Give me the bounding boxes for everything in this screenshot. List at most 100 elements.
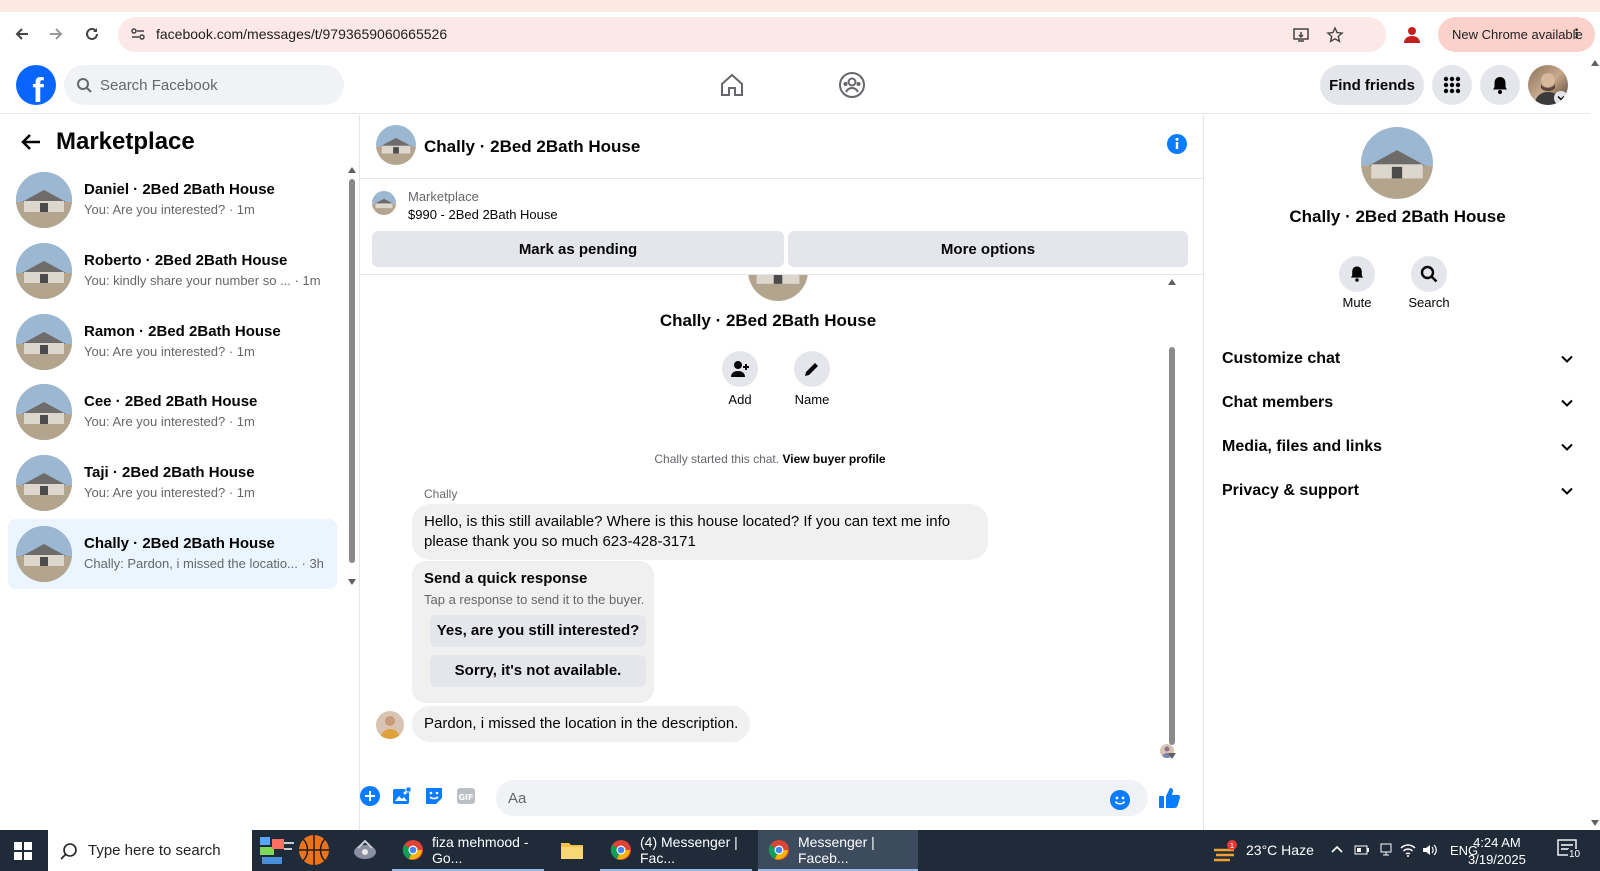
photo-icon[interactable]: [392, 786, 412, 806]
more-options-button[interactable]: More options: [788, 231, 1188, 267]
chat-avatar[interactable]: [376, 125, 416, 165]
search-icon[interactable]: [1411, 256, 1447, 292]
taskbar-clock[interactable]: 4:24 AM 3/19/2025: [1468, 834, 1526, 868]
conversation-preview: You: Are you interested?: [84, 344, 226, 359]
facebook-logo-icon[interactable]: f: [16, 65, 56, 105]
incoming-message[interactable]: Pardon, i missed the location in the des…: [412, 706, 751, 742]
chevron-down-icon: [1560, 352, 1574, 366]
search-icon: [60, 842, 78, 860]
pencil-icon[interactable]: [794, 351, 830, 387]
wifi-icon[interactable]: [1400, 842, 1416, 858]
sidebar-scrollbar[interactable]: [348, 167, 356, 587]
conversation-name: Roberto · 2Bed 2Bath House: [84, 252, 288, 269]
back-arrow-icon[interactable]: [20, 131, 42, 153]
bookmark-star-icon[interactable]: [1326, 26, 1344, 44]
add-person-icon[interactable]: [722, 351, 758, 387]
conversation-time: · 1m: [228, 202, 255, 217]
chevron-down-icon: [1554, 91, 1568, 105]
taskbar-app-chrome-3[interactable]: Messenger | Faceb...: [758, 830, 918, 871]
chat-title[interactable]: Chally · 2Bed 2Bath House: [424, 137, 640, 157]
quick-response-yes-button[interactable]: Yes, are you still interested?: [430, 615, 646, 647]
house-avatar: [16, 526, 72, 582]
volume-icon[interactable]: [1422, 842, 1438, 858]
new-chrome-available-button[interactable]: New Chrome available ⋮: [1438, 17, 1595, 52]
taskbar-app-chrome-1[interactable]: fiza mehmood - Go...: [392, 830, 544, 871]
section-label: Privacy & support: [1222, 482, 1359, 499]
conversation-item[interactable]: Daniel · 2Bed 2Bath House You: Are you in…: [8, 165, 337, 235]
account-avatar[interactable]: [1528, 65, 1568, 105]
view-buyer-profile-link[interactable]: View buyer profile: [782, 452, 885, 466]
notifications-bell-icon[interactable]: [1480, 65, 1520, 105]
chevron-up-icon[interactable]: [1330, 843, 1344, 857]
home-icon[interactable]: [716, 69, 748, 101]
privacy-support-section[interactable]: Privacy & support: [1222, 473, 1574, 509]
conversation-item[interactable]: Ramon · 2Bed 2Bath House You: Are you int…: [8, 307, 337, 377]
page-scrollbar[interactable]: [1590, 57, 1600, 830]
address-bar[interactable]: facebook.com/messages/t/9793659060665526: [118, 17, 1386, 52]
sticker-icon[interactable]: [424, 786, 444, 806]
incoming-message[interactable]: Hello, is this still available? Where is…: [412, 504, 988, 560]
site-info-icon[interactable]: [130, 26, 146, 42]
battery-icon[interactable]: [1354, 843, 1370, 857]
mute-label: Mute: [1342, 295, 1372, 310]
like-thumbs-up-icon[interactable]: [1158, 786, 1182, 810]
message-input[interactable]: [496, 780, 1148, 816]
message-list: Chally · 2Bed 2Bath House Add Name Chall…: [360, 275, 1204, 770]
windows-start-icon[interactable]: [14, 842, 32, 860]
browser-chrome: facebook.com/messages/t/9793659060665526…: [0, 0, 1600, 57]
plus-circle-icon[interactable]: [360, 786, 380, 806]
reload-icon[interactable]: [80, 22, 104, 46]
gif-icon[interactable]: GIF: [456, 786, 476, 806]
conversation-item-active[interactable]: Chally · 2Bed 2Bath House Chally: Pardon,…: [8, 519, 337, 589]
info-icon[interactable]: [1166, 133, 1188, 155]
network-icon[interactable]: [1378, 842, 1394, 858]
section-label: Media, files and links: [1222, 438, 1383, 455]
composer: GIF: [360, 770, 1204, 830]
conversation-item[interactable]: Roberto · 2Bed 2Bath House You: kindly sh…: [8, 236, 337, 306]
emoji-icon[interactable]: [1110, 790, 1130, 810]
name-label: Name: [794, 392, 830, 407]
facebook-search[interactable]: [64, 65, 344, 105]
forward-icon[interactable]: [44, 22, 68, 46]
app-shortcut-icon[interactable]: [352, 838, 378, 864]
find-friends-button[interactable]: Find friends: [1320, 65, 1424, 105]
file-explorer-icon[interactable]: [560, 840, 584, 860]
taskbar-app-chrome-2[interactable]: (4) Messenger | Fac...: [600, 830, 752, 871]
conversation-time: · 1m: [228, 344, 255, 359]
tab-strip: [0, 0, 1600, 12]
sidebar-title: Marketplace: [56, 128, 195, 155]
chrome-icon: [610, 839, 632, 861]
back-icon[interactable]: [10, 22, 34, 46]
quick-response-subtitle: Tap a response to send it to the buyer.: [424, 592, 645, 607]
mark-as-pending-button[interactable]: Mark as pending: [372, 231, 784, 267]
conversation-name: Taji · 2Bed 2Bath House: [84, 464, 255, 481]
chat-started-note: Chally started this chat. View buyer pro…: [360, 452, 1180, 466]
browser-toolbar: facebook.com/messages/t/9793659060665526…: [0, 12, 1600, 57]
kebab-menu-icon: ⋮: [1570, 26, 1583, 41]
media-files-links-section[interactable]: Media, files and links: [1222, 429, 1574, 465]
widgets-icon[interactable]: [258, 833, 330, 867]
menu-grid-icon[interactable]: [1432, 65, 1472, 105]
conversation-item[interactable]: Cee · 2Bed 2Bath House You: Are you inter…: [8, 377, 337, 447]
taskbar-search[interactable]: Type here to search: [48, 830, 252, 871]
customize-chat-section[interactable]: Customize chat: [1222, 341, 1574, 377]
clock-time: 4:24 AM: [1473, 835, 1521, 850]
sender-avatar[interactable]: [376, 711, 404, 739]
notification-center-icon[interactable]: 10: [1556, 838, 1586, 864]
chat-scrollbar[interactable]: [1168, 279, 1176, 761]
conversation-time: · 1m: [228, 414, 255, 429]
weather-icon[interactable]: 1: [1212, 840, 1238, 862]
facebook-header: f Find friends: [0, 57, 1590, 114]
conversation-item[interactable]: Taji · 2Bed 2Bath House You: Are you inte…: [8, 448, 337, 518]
quick-response-card: Send a quick response Tap a response to …: [412, 561, 654, 703]
profile-avatar[interactable]: [1361, 127, 1433, 199]
chat-members-section[interactable]: Chat members: [1222, 385, 1574, 421]
mute-bell-icon[interactable]: [1339, 256, 1375, 292]
profile-icon[interactable]: [1402, 24, 1422, 44]
search-input[interactable]: [100, 76, 320, 94]
listing-detail[interactable]: $990 - 2Bed 2Bath House: [408, 207, 558, 222]
groups-icon[interactable]: [836, 69, 868, 101]
quick-response-sorry-button[interactable]: Sorry, it's not available.: [430, 655, 646, 687]
add-label: Add: [728, 392, 752, 407]
install-app-icon[interactable]: [1292, 26, 1310, 44]
